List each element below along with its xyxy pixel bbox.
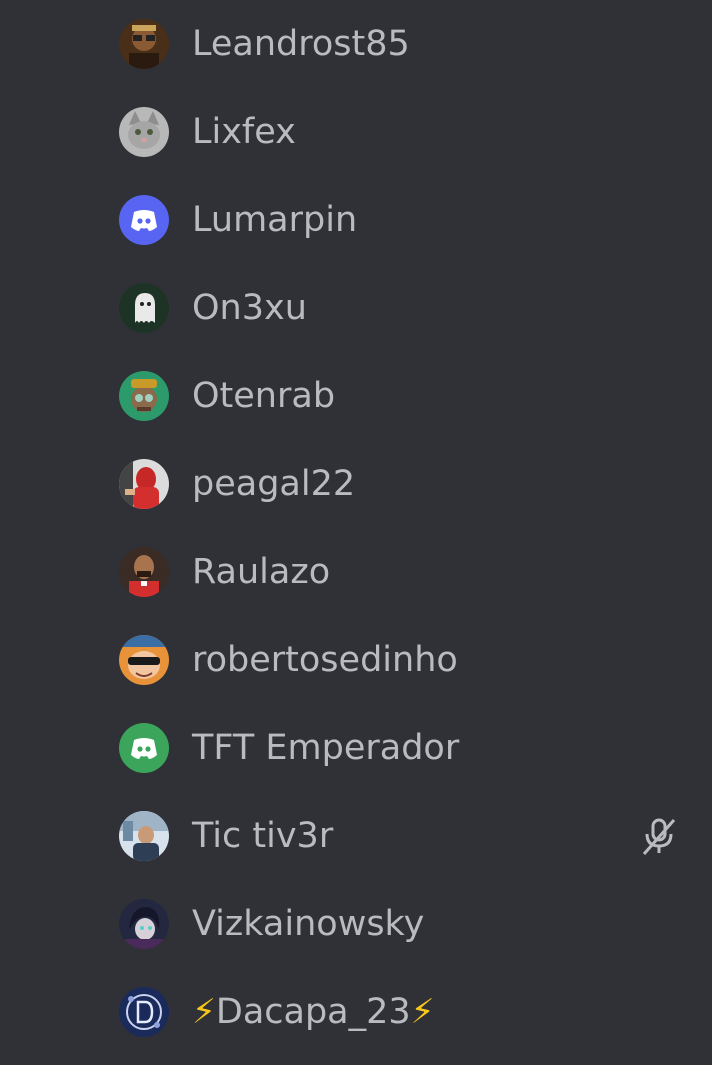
ghost-photo-icon xyxy=(119,283,169,333)
mic-muted-icon xyxy=(642,818,676,855)
avatar xyxy=(119,371,169,421)
avatar xyxy=(119,19,169,69)
member-row[interactable]: ⚡Dacapa_23⚡ xyxy=(0,968,712,1056)
lightning-icon: ⚡ xyxy=(410,991,435,1032)
user-photo-icon xyxy=(119,19,169,69)
member-row[interactable]: Lixfex xyxy=(0,88,712,176)
avatar xyxy=(119,547,169,597)
avatar xyxy=(119,635,169,685)
member-name: Raulazo xyxy=(192,551,331,592)
member-name: Tic tiv3r xyxy=(192,815,334,856)
member-row[interactable]: Raulazo xyxy=(0,528,712,616)
member-name: TFT Emperador xyxy=(192,727,460,768)
lightning-icon: ⚡ xyxy=(192,991,216,1032)
user-photo-icon xyxy=(119,459,169,509)
member-name: peagal22 xyxy=(192,463,356,504)
member-row[interactable]: Lumarpin xyxy=(0,176,712,264)
avatar xyxy=(119,899,169,949)
avatar xyxy=(119,723,169,773)
cat-photo-icon xyxy=(119,107,169,157)
member-name: ⚡Dacapa_23⚡ xyxy=(192,991,435,1032)
anime-photo-icon xyxy=(119,899,169,949)
member-name: Otenrab xyxy=(192,375,336,416)
member-row[interactable]: peagal22 xyxy=(0,440,712,528)
member-name: On3xu xyxy=(192,287,307,328)
discord-logo-icon xyxy=(119,195,169,245)
avatar xyxy=(119,195,169,245)
avatar xyxy=(119,987,169,1037)
user-photo-icon xyxy=(119,811,169,861)
member-row[interactable]: Vizkainowsky xyxy=(0,880,712,968)
avatar xyxy=(119,459,169,509)
avatar xyxy=(119,283,169,333)
member-name: Leandrost85 xyxy=(192,23,410,64)
member-row[interactable]: Tic tiv3r xyxy=(0,792,712,880)
character-photo-icon xyxy=(119,371,169,421)
avatar xyxy=(119,811,169,861)
cartoon-photo-icon xyxy=(119,635,169,685)
member-row[interactable]: Otenrab xyxy=(0,352,712,440)
member-name: Vizkainowsky xyxy=(192,903,425,944)
discord-logo-icon xyxy=(119,723,169,773)
member-row[interactable]: On3xu xyxy=(0,264,712,352)
member-row[interactable]: Leandrost85 xyxy=(0,0,712,88)
member-name: Lumarpin xyxy=(192,199,358,240)
member-name: Lixfex xyxy=(192,111,296,152)
user-photo-icon xyxy=(119,547,169,597)
member-row[interactable]: robertosedinho xyxy=(0,616,712,704)
member-name-text: Dacapa_23 xyxy=(215,991,411,1032)
member-row[interactable]: TFT Emperador xyxy=(0,704,712,792)
avatar xyxy=(119,107,169,157)
emblem-photo-icon xyxy=(119,987,169,1037)
member-name: robertosedinho xyxy=(192,639,458,680)
voice-member-list: Leandrost85 Lixfex Lumarpin On3xu Otenra… xyxy=(0,0,712,1065)
